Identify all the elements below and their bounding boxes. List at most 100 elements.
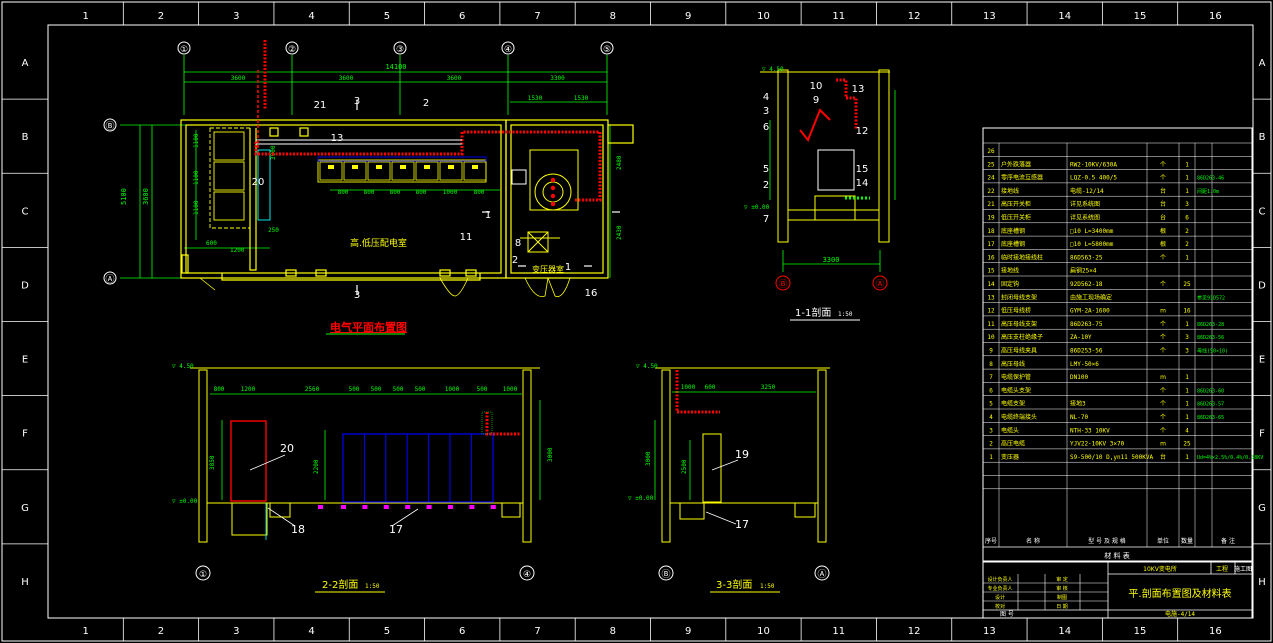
bom-cell-qty: 1 xyxy=(1185,454,1189,461)
plan-axis-label: ② xyxy=(288,45,296,55)
cabinet-foot xyxy=(426,505,432,509)
grid-col-label-top: 8 xyxy=(610,11,616,22)
sec22-title: 2-2剖面 xyxy=(322,578,358,591)
plan-callout: 11 xyxy=(460,232,473,243)
grid-column-ticks: 1122334455667788991010111112121313141415… xyxy=(82,2,1222,641)
cad-drawing-viewport[interactable]: 1 1 2 2 3 3 4 4 5 5 6 6 7 7 8 8 9 9 10 10 11 11 12 12 13 13 14 14 15… xyxy=(0,0,1273,643)
sec11-callout: 10 xyxy=(810,81,823,92)
bom-cell-qty: 1 xyxy=(1185,321,1189,328)
sec11-callout: 12 xyxy=(856,126,869,137)
bom-cell-model: □10 L=3400mm xyxy=(1070,228,1114,235)
grid-row-label-left: A xyxy=(22,58,29,69)
grid-row-label-left: B xyxy=(22,132,29,143)
sec33-callout: 17 xyxy=(735,518,749,531)
lv-cabinet-marker xyxy=(448,165,454,169)
sec22-elev: ▽ 4.50 xyxy=(172,363,194,370)
bom-cell-note: 86D263-56 xyxy=(1197,335,1224,341)
bom-header-cell: 数量 xyxy=(1181,537,1193,545)
sec11-callout: 2 xyxy=(763,180,769,191)
sec11-walls xyxy=(760,69,890,243)
grid-col-label-bottom: 10 xyxy=(757,626,770,637)
bom-cell-name: 变压器 xyxy=(1001,453,1019,461)
cad-canvas[interactable]: 1122334455667788991010111112121313141415… xyxy=(0,0,1273,643)
bom-cell-qty: 2 xyxy=(1185,241,1189,248)
bom-cell-unit: m xyxy=(1160,308,1166,315)
cabinet-foot xyxy=(490,505,496,509)
grid-row-label-left: H xyxy=(21,577,29,588)
tb-signature-cell: 日 期 xyxy=(1056,604,1068,610)
bom-header-cell: 备 注 xyxy=(1221,537,1235,545)
room-label-transformer: 变压器室 xyxy=(532,264,564,274)
sec22-vdim-2: 2200 xyxy=(313,459,320,474)
sec33-callout: 19 xyxy=(735,448,749,461)
sec11-callout: 6 xyxy=(763,122,769,133)
sec11-axis-b: Ⓑ xyxy=(778,279,787,290)
bom-cell-model: 86D253-56 xyxy=(1070,348,1103,355)
sec11-callout: 15 xyxy=(856,164,869,175)
bom-cell-no: 2 xyxy=(989,441,993,448)
bom-cell-unit: 个 xyxy=(1160,175,1166,182)
sec22-dim: 2560 xyxy=(305,386,320,393)
bom-cell-note: 86D263-28 xyxy=(1197,322,1224,328)
grid-row-label-right: E xyxy=(1259,355,1265,366)
bom-cell-name: 固定钩 xyxy=(1001,280,1019,288)
plan-axis-label: ⑤ xyxy=(603,45,611,55)
bom-cell-no: 8 xyxy=(989,361,993,368)
grid-col-label-top: 13 xyxy=(983,11,996,22)
grid-row-label-right: H xyxy=(1258,577,1266,588)
sec22-callout: 17 xyxy=(389,523,403,536)
bom-cell-unit: 个 xyxy=(1160,414,1166,421)
bom-cell-unit: m xyxy=(1160,441,1166,448)
sec22-feet xyxy=(318,505,496,509)
bom-cell-name: 低压开关柜 xyxy=(1001,214,1031,222)
sec11-callout: 14 xyxy=(856,178,869,189)
bom-cell-model: LQZ-0.5 400/5 xyxy=(1070,175,1117,182)
plan-callout: 16 xyxy=(585,288,598,299)
plan-callout: 8 xyxy=(515,238,521,249)
grid-row-label-left: F xyxy=(22,429,28,440)
grid-col-label-bottom: 13 xyxy=(983,626,996,637)
bom-cell-no: 17 xyxy=(987,241,995,248)
bom-cell-qty: 1 xyxy=(1185,175,1189,182)
plan-dim-top: 3300 xyxy=(550,75,565,82)
tb-signature-cell: 专业负责人 xyxy=(987,585,1012,592)
bom-cell-name: 高压母线夹具 xyxy=(1001,347,1037,355)
bom-cell-name: 电缆头 xyxy=(1001,426,1019,434)
bom-cell-model: LMY-50×6 xyxy=(1070,361,1099,368)
bom-cell-no: 4 xyxy=(989,414,993,421)
bom-cell-unit: 个 xyxy=(1160,334,1166,341)
grid-col-label-bottom: 6 xyxy=(459,626,465,637)
sec33-dim-2: 600 xyxy=(705,384,716,391)
sec11-scale: 1:50 xyxy=(838,311,853,318)
sec22-vdim-1: 3850 xyxy=(209,455,216,470)
sec22-scale: 1:50 xyxy=(365,583,380,590)
grid-row-label-right: F xyxy=(1259,429,1265,440)
bom-cell-qty: 3 xyxy=(1185,334,1189,341)
transformer-plan xyxy=(511,149,579,253)
grid-col-label-top: 7 xyxy=(534,11,540,22)
plan-axis-label: ③ xyxy=(396,45,404,55)
bom-cell-unit: 个 xyxy=(1160,387,1166,394)
plan-callout: 2 xyxy=(512,255,518,266)
bom-caption: 材 料 表 xyxy=(1104,551,1129,560)
sec11-callout: 5 xyxy=(763,164,769,175)
bom-cell-no: 24 xyxy=(987,175,995,182)
sec22-dim: 500 xyxy=(349,386,360,393)
sec22-axis-1: ① xyxy=(199,570,207,580)
bom-cell-unit: 个 xyxy=(1160,348,1166,355)
tb-code: 电施-4/14 xyxy=(1165,610,1195,618)
grid-row-label-right: A xyxy=(1259,58,1266,69)
plan-busbar-dim: 800 xyxy=(338,189,349,196)
cabinet-foot xyxy=(383,505,389,509)
sec33-axis-a: Ⓐ xyxy=(817,569,826,580)
bom-cell-unit: 台 xyxy=(1160,453,1166,461)
grid-row-label-left: C xyxy=(22,206,29,217)
bom-cell-name: 电缆支架 xyxy=(1001,400,1025,408)
grid-row-label-right: D xyxy=(1258,280,1266,291)
bom-cell-model: □10 L=5800mm xyxy=(1070,241,1114,248)
plan-dim-misc: 2430 xyxy=(616,225,623,240)
sec33-elev: ▽ 4.50 xyxy=(636,363,658,370)
bom-cell-name: 低压母线桥 xyxy=(1001,307,1031,315)
grid-row-label-right: C xyxy=(1259,206,1266,217)
grid-col-label-top: 9 xyxy=(685,11,691,22)
